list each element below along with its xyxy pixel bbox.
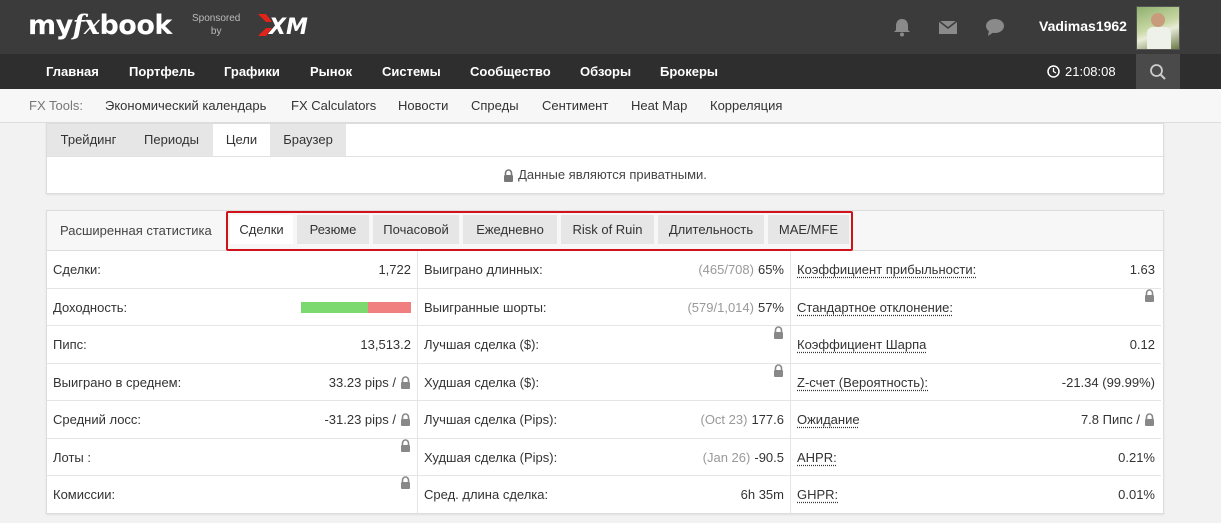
stat-row-worst-trade-pips: Худшая сделка (Pips): (Jan 26) -90.5 — [418, 439, 790, 476]
nav-item-home[interactable]: Главная — [46, 54, 99, 89]
stat-row-worst-trade-usd: Худшая сделка ($): — [418, 363, 790, 401]
myfxbook-logo[interactable]: myfxbook — [28, 8, 172, 44]
stat-row-z-score: Z-счет (Вероятность): -21.34 (99.99%) — [791, 364, 1161, 401]
tab-summary[interactable]: Резюме — [297, 215, 369, 244]
tab-duration[interactable]: Длительность — [658, 215, 764, 244]
svg-text:XM: XM — [267, 15, 308, 40]
tab-daily[interactable]: Ежедневно — [463, 215, 557, 244]
nav-item-systems[interactable]: Системы — [382, 54, 441, 89]
lock-icon — [401, 413, 410, 426]
stat-row-shorts-won: Выигранные шорты: (579/1,014) 57% — [418, 289, 790, 326]
tab-hourly[interactable]: Почасовой — [373, 215, 459, 244]
stat-row-profit-factor: Коэффициент прибыльности: 1.63 — [791, 251, 1161, 289]
nav-item-brokers[interactable]: Брокеры — [660, 54, 718, 89]
xm-logo-icon[interactable]: XM — [256, 10, 316, 40]
fx-tools-bar: FX Tools: Экономический календарь FX Cal… — [0, 89, 1221, 123]
lock-icon — [401, 375, 410, 389]
tool-heat-map[interactable]: Heat Map — [631, 89, 687, 123]
stat-row-longs-won: Выиграно длинных: (465/708) 65% — [418, 251, 790, 289]
stat-row-pips: Пипс: 13,513.2 — [47, 326, 417, 364]
bell-icon[interactable] — [891, 16, 913, 38]
stat-row-lots: Лоты : — [47, 438, 417, 476]
goals-panel: Трейдинг Периоды Цели Браузер Данные явл… — [46, 123, 1164, 194]
tab-periods[interactable]: Периоды — [130, 124, 213, 156]
clock: 21:08:08 — [1047, 54, 1116, 89]
profitability-bar-won — [301, 301, 369, 313]
logo-text: myfxbook — [28, 10, 172, 41]
main-nav: Главная Портфель Графики Рынок Системы С… — [0, 54, 1221, 89]
advanced-stats-label: Расширенная статистика — [60, 223, 212, 238]
stat-row-best-trade-usd: Лучшая сделка ($): — [418, 326, 790, 364]
nav-item-community[interactable]: Сообщество — [470, 54, 551, 89]
tool-spreads[interactable]: Спреды — [471, 89, 519, 123]
stat-row-avg-trade-length: Сред. длина сделка: 6h 35m — [424, 487, 784, 502]
stat-row-std-deviation: Стандартное отклонение: — [791, 288, 1161, 326]
lock-icon — [401, 438, 410, 452]
stat-row-best-trade-pips: Лучшая сделка (Pips): (Oct 23) 177.6 — [418, 401, 790, 439]
profitability-bar-lost — [368, 301, 411, 313]
nav-item-portfolio[interactable]: Портфель — [129, 54, 195, 89]
advanced-stats-panel: Расширенная статистика Сделки Резюме Поч… — [46, 210, 1164, 514]
nav-item-reviews[interactable]: Обзоры — [580, 54, 631, 89]
clock-icon — [1047, 65, 1060, 78]
tab-goals[interactable]: Цели — [213, 124, 270, 156]
advanced-stats-tabbar: Расширенная статистика Сделки Резюме Поч… — [47, 211, 1163, 251]
tab-risk-of-ruin[interactable]: Risk of Ruin — [561, 215, 654, 244]
tool-fx-calculators[interactable]: FX Calculators — [291, 89, 376, 123]
profitability-bar — [301, 301, 411, 313]
stat-row-ghpr: GHPR: 0.01% — [797, 487, 1155, 502]
stat-row-average-win: Выиграно в среднем: 33.23 pips / — [47, 364, 417, 401]
clock-time: 21:08:08 — [1065, 64, 1116, 79]
search-button[interactable] — [1136, 54, 1180, 89]
mail-icon[interactable] — [937, 16, 959, 38]
tool-sentiment[interactable]: Сентимент — [542, 89, 608, 123]
stat-row-trades: Сделки: 1,722 — [47, 251, 417, 289]
private-message: Данные являются приватными. — [47, 156, 1163, 193]
top-header: myfxbook Sponsored by XM Vadimas1962 — [0, 0, 1221, 54]
stats-column-2: Выиграно длинных: (465/708) 65% Выигранны… — [418, 251, 790, 513]
tool-news[interactable]: Новости — [398, 89, 448, 123]
sponsored-label: Sponsored by — [192, 13, 241, 37]
stat-row-sharpe-ratio: Коэффициент Шарпа 0.12 — [791, 326, 1161, 364]
search-icon — [1150, 63, 1166, 80]
stat-row-commissions: Комиссии: — [47, 476, 417, 514]
avatar[interactable] — [1136, 6, 1180, 50]
nav-item-market[interactable]: Рынок — [310, 54, 352, 89]
lock-icon — [504, 168, 514, 182]
stat-row-average-loss: Средний лосс: -31.23 pips / — [47, 401, 417, 439]
tab-trades[interactable]: Сделки — [230, 215, 293, 244]
tool-economic-calendar[interactable]: Экономический календарь — [105, 89, 266, 123]
stat-row-profitability: Доходность: — [47, 289, 417, 326]
nav-item-charts[interactable]: Графики — [224, 54, 280, 89]
lock-icon — [774, 363, 783, 377]
lock-icon — [774, 326, 783, 339]
stat-row-expectancy: Ожидание 7.8 Пипс / — [791, 401, 1161, 439]
chat-icon[interactable] — [984, 16, 1006, 38]
fx-tools-label: FX Tools: — [29, 98, 83, 113]
username[interactable]: Vadimas1962 — [1039, 18, 1127, 34]
lock-icon — [401, 476, 410, 489]
tab-trading[interactable]: Трейдинг — [47, 124, 130, 156]
lock-icon — [1145, 413, 1154, 426]
stat-row-ahpr: AHPR: 0.21% — [791, 439, 1161, 476]
tool-correlation[interactable]: Корреляция — [710, 89, 782, 123]
stats-column-3: Коэффициент прибыльности: 1.63 Стандартн… — [791, 251, 1161, 513]
tab-mae-mfe[interactable]: MAE/MFE — [768, 215, 849, 244]
tab-browser[interactable]: Браузер — [270, 124, 346, 156]
lock-icon — [1145, 288, 1154, 302]
stats-column-1: Сделки: 1,722 Доходность: Пипс: 13,513.2… — [47, 251, 417, 513]
